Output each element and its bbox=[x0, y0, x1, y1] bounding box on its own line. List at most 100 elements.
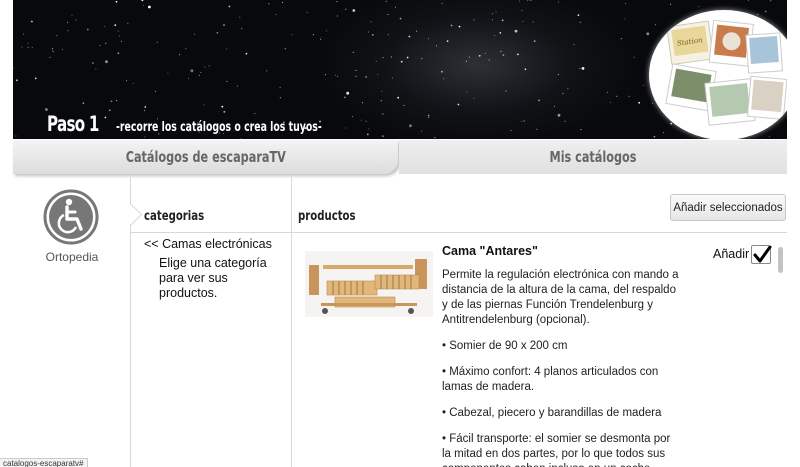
star bbox=[275, 14, 277, 16]
star bbox=[336, 1, 338, 3]
star bbox=[606, 91, 608, 93]
category-sidebar: Ortopedia bbox=[13, 177, 131, 467]
star bbox=[564, 120, 566, 122]
star bbox=[579, 67, 581, 69]
add-label: Añadir bbox=[713, 247, 750, 261]
back-to-category-link[interactable]: << Camas electrónicas bbox=[144, 237, 272, 251]
star bbox=[344, 96, 346, 99]
add-checkbox[interactable] bbox=[751, 245, 772, 264]
star bbox=[62, 48, 64, 50]
star bbox=[144, 110, 146, 112]
star bbox=[495, 11, 497, 13]
star bbox=[236, 85, 238, 87]
star bbox=[13, 67, 14, 69]
star bbox=[427, 114, 430, 117]
star bbox=[670, 3, 672, 5]
star bbox=[562, 93, 564, 95]
description-bullet: • Máximo confort: 4 planos articulados c… bbox=[442, 366, 659, 393]
star bbox=[517, 53, 519, 56]
product-name: Cama "Antares" bbox=[442, 244, 538, 258]
star bbox=[208, 65, 210, 67]
star bbox=[105, 42, 107, 44]
star bbox=[141, 0, 144, 2]
star bbox=[492, 13, 494, 15]
star bbox=[651, 102, 653, 104]
star bbox=[567, 88, 569, 90]
star bbox=[510, 130, 512, 131]
tab-my-catalogs[interactable]: Mis catálogos bbox=[399, 140, 787, 174]
star bbox=[346, 91, 350, 95]
star bbox=[458, 25, 461, 28]
star bbox=[117, 30, 119, 32]
star bbox=[557, 1, 559, 3]
star bbox=[118, 35, 120, 37]
star bbox=[428, 38, 429, 40]
star bbox=[581, 67, 585, 70]
scrollbar-thumb[interactable] bbox=[778, 247, 783, 273]
star bbox=[82, 102, 85, 105]
wheelchair-icon[interactable] bbox=[42, 188, 100, 246]
star bbox=[266, 70, 268, 72]
star bbox=[281, 2, 283, 3]
star bbox=[352, 116, 354, 117]
star bbox=[502, 54, 505, 56]
star bbox=[457, 103, 460, 106]
star bbox=[291, 34, 293, 36]
star bbox=[580, 129, 582, 130]
star bbox=[380, 100, 382, 102]
star bbox=[770, 0, 772, 2]
category-label[interactable]: Ortopedia bbox=[13, 250, 131, 264]
product-description: Permite la regulación electrónica con ma… bbox=[442, 268, 682, 467]
star bbox=[95, 68, 97, 70]
star bbox=[653, 135, 656, 138]
star bbox=[154, 90, 156, 92]
star bbox=[523, 120, 525, 122]
star bbox=[757, 14, 759, 16]
description-bullet: • Cabezal, piecero y barandillas de made… bbox=[442, 407, 662, 419]
star bbox=[279, 87, 281, 89]
star bbox=[382, 57, 384, 59]
star bbox=[156, 41, 158, 43]
add-selected-button[interactable]: Añadir seleccionados bbox=[670, 194, 786, 221]
star bbox=[610, 101, 611, 103]
star bbox=[121, 40, 122, 42]
star bbox=[394, 6, 396, 8]
star bbox=[382, 135, 384, 138]
star bbox=[473, 19, 475, 21]
star bbox=[67, 30, 69, 32]
paso-subtitle: -recorre los catálogos o crea los tuyos- bbox=[116, 120, 322, 135]
star bbox=[335, 74, 337, 76]
star bbox=[31, 20, 33, 23]
star bbox=[143, 4, 145, 6]
star bbox=[240, 138, 242, 139]
star bbox=[325, 30, 327, 32]
star bbox=[620, 38, 622, 40]
star bbox=[22, 33, 24, 35]
star bbox=[421, 58, 423, 60]
star bbox=[226, 48, 228, 50]
star bbox=[144, 106, 147, 108]
star bbox=[34, 77, 37, 80]
star bbox=[325, 74, 326, 76]
star bbox=[45, 108, 48, 111]
star bbox=[167, 72, 169, 74]
product-scrollbar[interactable] bbox=[777, 245, 784, 467]
star bbox=[365, 120, 367, 122]
star bbox=[624, 18, 626, 20]
star bbox=[579, 21, 581, 23]
star bbox=[127, 22, 129, 24]
star bbox=[387, 14, 389, 15]
star bbox=[514, 29, 518, 33]
description-paragraph: Permite la regulación electrónica con ma… bbox=[442, 269, 679, 326]
star bbox=[27, 46, 29, 48]
star bbox=[441, 2, 443, 4]
star bbox=[67, 21, 69, 23]
star bbox=[500, 51, 502, 52]
tab-escaparatv-catalogs[interactable]: Catálogos de escaparaTV bbox=[13, 140, 398, 174]
star bbox=[31, 47, 33, 49]
description-bullet: • Somier de 90 x 200 cm bbox=[442, 340, 568, 352]
star bbox=[194, 33, 196, 35]
star bbox=[352, 51, 354, 53]
photo-collage-image: Station bbox=[665, 19, 787, 126]
star bbox=[355, 75, 357, 77]
